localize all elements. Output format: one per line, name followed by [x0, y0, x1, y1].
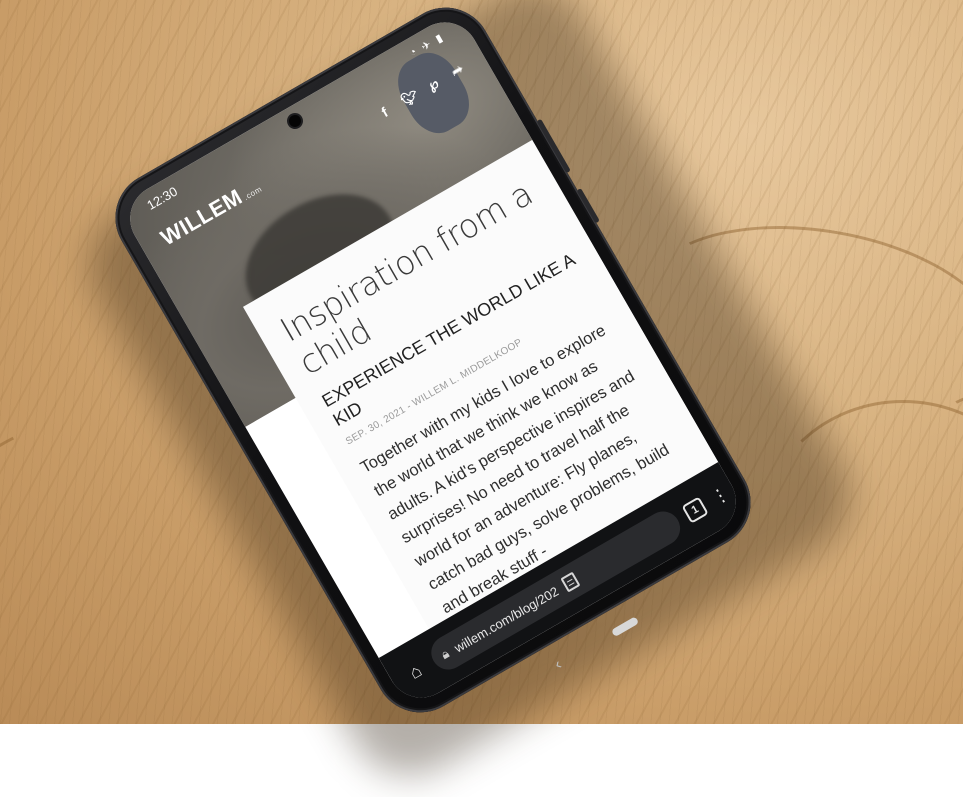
home-pill[interactable]: [610, 616, 639, 638]
share-icon[interactable]: ➦: [446, 59, 468, 82]
home-icon[interactable]: ⌂: [401, 657, 431, 686]
wood-grain: [700, 0, 963, 206]
airplane-icon: ✈: [419, 37, 435, 54]
lock-icon: 🔒︎: [438, 645, 452, 663]
wifi-icon: ◔: [406, 44, 420, 60]
reader-mode-icon[interactable]: [560, 571, 581, 593]
tab-count: 1: [689, 503, 701, 517]
menu-icon[interactable]: ⋮: [707, 482, 733, 508]
tab-switcher-button[interactable]: 1: [681, 496, 709, 524]
logo-suffix: .com: [242, 184, 264, 202]
facebook-icon[interactable]: f: [373, 101, 395, 124]
pinterest-icon[interactable]: ℘: [422, 73, 444, 96]
battery-icon: ▮: [433, 31, 446, 46]
back-icon[interactable]: ‹: [552, 656, 566, 674]
twitter-icon[interactable]: 🐦︎: [398, 86, 421, 110]
